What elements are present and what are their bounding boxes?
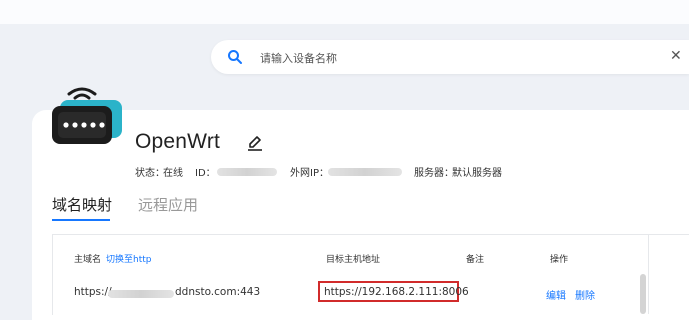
server-value: 默认服务器 [452,168,502,179]
edit-icon[interactable] [246,134,264,152]
tab-remote-apps[interactable]: 远程应用 [138,194,198,215]
wan-ip-redacted [328,168,402,176]
device-name: OpenWrt [135,130,221,153]
status-value: 在线 [163,168,183,179]
header-actions: 操作 [550,255,569,265]
search-icon [228,50,242,64]
id-redacted [217,168,277,176]
top-band [0,0,689,24]
search-bar[interactable]: 请输入设备名称 ✕ [211,40,689,74]
close-icon[interactable]: ✕ [670,48,682,64]
edit-button[interactable]: 编辑 [546,287,566,302]
target-address: https://192.168.2.111:8006 [324,286,469,298]
table-divider [648,234,649,314]
host-suffix: ddnsto.com:443 [175,286,261,298]
tab-domain-mapping[interactable]: 域名映射 [52,194,112,215]
server-label: 服务器： [414,168,454,179]
id-label: ID： [195,168,216,179]
router-icon [52,87,122,144]
wan-ip-label: 外网IP： [290,168,329,179]
delete-button[interactable]: 删除 [575,287,595,302]
host-redacted [108,290,174,298]
host-prefix: https:// [74,286,112,298]
header-target: 目标主机地址 [326,255,381,265]
active-tab-indicator [52,219,110,221]
scrollbar[interactable] [640,274,646,314]
header-host: 主域名 [74,255,102,265]
header-note: 备注 [466,255,485,265]
mapping-table [52,234,689,315]
status-label: 状态： [135,168,165,179]
search-input[interactable]: 请输入设备名称 [260,50,337,66]
switch-http-link[interactable]: 切换至http [106,252,151,265]
